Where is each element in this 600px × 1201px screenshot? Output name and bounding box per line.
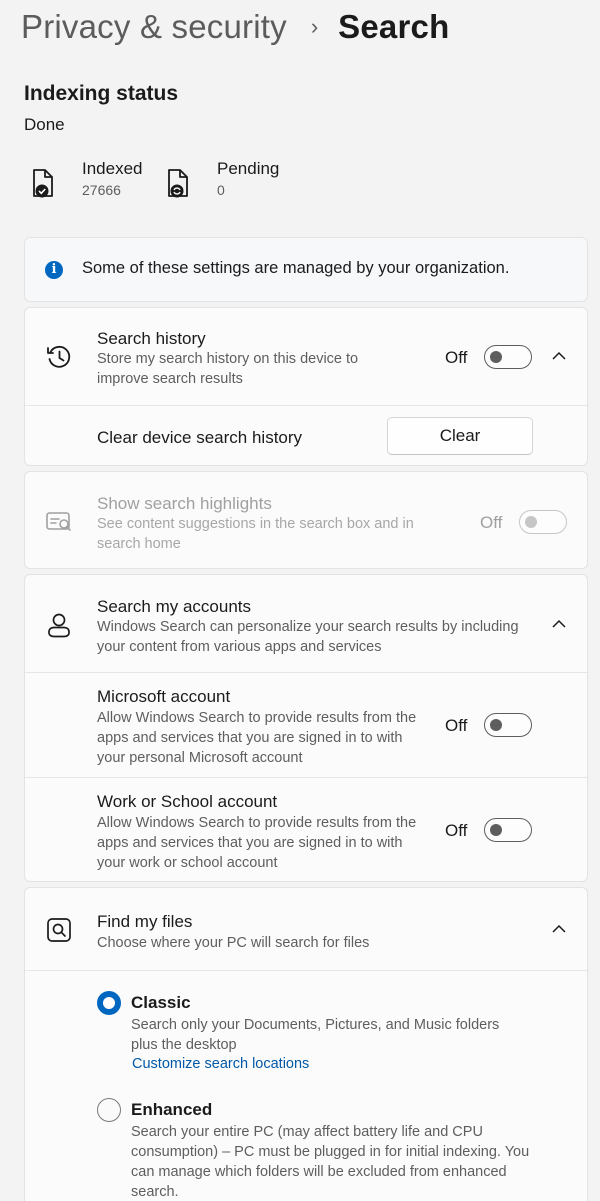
chevron-up-icon[interactable] — [551, 350, 567, 362]
info-icon: i — [45, 261, 63, 279]
search-history-header[interactable]: Search history Store my search history o… — [25, 308, 587, 405]
chevron-up-icon[interactable] — [551, 618, 567, 630]
page-title: Search — [338, 8, 450, 45]
divider — [25, 405, 587, 406]
indexed-file-check-icon — [33, 169, 53, 198]
search-highlights-description: See content suggestions in the search bo… — [97, 516, 414, 552]
classic-label[interactable]: Classic — [131, 993, 191, 1013]
pending-file-sync-icon — [168, 169, 188, 198]
search-history-toggle[interactable] — [484, 345, 532, 369]
info-banner-text: Some of these settings are managed by yo… — [82, 259, 510, 277]
work-school-account-toggle[interactable] — [484, 818, 532, 842]
search-history-card: Search history Store my search history o… — [24, 307, 588, 466]
classic-radio[interactable] — [97, 991, 121, 1015]
divider — [25, 777, 587, 778]
breadcrumb-parent-link[interactable]: Privacy & security — [21, 8, 287, 46]
microsoft-account-title: Microsoft account — [97, 687, 231, 706]
indexing-status-heading: Indexing status — [24, 82, 179, 105]
microsoft-account-toggle[interactable] — [484, 713, 532, 737]
person-icon — [48, 613, 70, 638]
pending-label: Pending — [217, 159, 280, 178]
clear-history-button[interactable]: Clear — [387, 417, 533, 455]
pending-count: 0 — [217, 182, 225, 198]
find-files-header[interactable]: Find my files Choose where your PC will … — [25, 888, 587, 970]
indexing-status-value: Done — [24, 115, 65, 134]
search-highlights-toggle-state: Off — [480, 513, 503, 532]
divider — [25, 672, 587, 673]
search-highlights-title: Show search highlights — [97, 494, 272, 513]
search-accounts-header[interactable]: Search my accounts Windows Search can pe… — [25, 575, 587, 672]
search-history-toggle-state: Off — [445, 348, 468, 367]
search-accounts-title: Search my accounts — [97, 597, 252, 616]
enhanced-radio[interactable] — [97, 1098, 121, 1122]
search-history-title: Search history — [97, 329, 206, 348]
customize-search-locations-link[interactable]: Customize search locations — [132, 1056, 309, 1072]
work-school-account-title: Work or School account — [97, 792, 278, 811]
breadcrumb: Privacy & security › Search — [21, 8, 449, 46]
find-files-description: Choose where your PC will search for fil… — [97, 935, 370, 951]
microsoft-account-toggle-state: Off — [445, 716, 468, 735]
microsoft-account-description: Allow Windows Search to provide results … — [97, 710, 417, 766]
chevron-up-icon[interactable] — [551, 923, 567, 935]
search-history-description: Store my search history on this device t… — [97, 351, 359, 387]
work-school-account-toggle-state: Off — [445, 821, 468, 840]
search-my-accounts-card: Search my accounts Windows Search can pe… — [24, 574, 588, 882]
managed-by-org-banner: i Some of these settings are managed by … — [24, 237, 588, 302]
search-highlights-icon — [46, 512, 71, 531]
enhanced-label[interactable]: Enhanced — [131, 1100, 212, 1120]
search-accounts-description: Windows Search can personalize your sear… — [97, 619, 519, 655]
work-school-account-description: Allow Windows Search to provide results … — [97, 815, 417, 871]
find-my-files-card: Find my files Choose where your PC will … — [24, 887, 588, 1201]
history-icon — [47, 345, 71, 368]
pending-stat: Pending 0 — [165, 158, 279, 204]
divider — [25, 970, 587, 971]
breadcrumb-chevron-icon: › — [310, 14, 319, 39]
classic-description: Search only your Documents, Pictures, an… — [131, 1017, 500, 1053]
enhanced-description: Search your entire PC (may affect batter… — [131, 1124, 530, 1200]
indexed-count: 27666 — [82, 182, 121, 198]
find-files-icon — [47, 918, 71, 942]
find-files-title: Find my files — [97, 912, 193, 931]
search-highlights-toggle — [519, 510, 567, 534]
search-highlights-card: Show search highlights See content sugge… — [24, 471, 588, 569]
indexed-label: Indexed — [82, 159, 143, 178]
indexed-stat: Indexed 27666 — [30, 158, 143, 204]
clear-history-label: Clear device search history — [97, 428, 303, 447]
